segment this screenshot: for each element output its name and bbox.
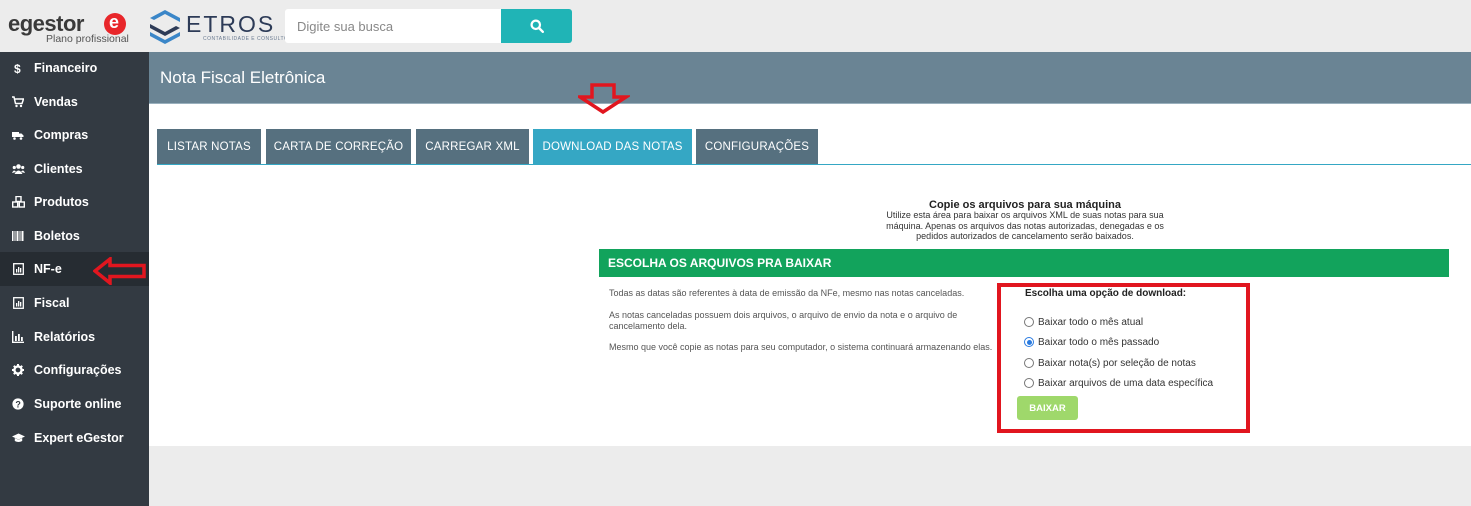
question-icon: ? [0,398,34,410]
sidebar-item-label: Vendas [34,95,78,109]
cart-icon [0,96,34,108]
barcode-icon [0,230,34,242]
radio-button[interactable] [1024,358,1034,368]
sidebar-item-fiscal[interactable]: Fiscal [0,286,149,320]
etros-logo-text: ETROS [186,11,276,37]
etros-logo-mark-icon [150,10,180,44]
info-note: As notas canceladas possuem dois arquivo… [609,310,958,331]
gear-icon [0,364,34,376]
sidebar-item-label: Produtos [34,195,89,209]
radio-label: Baixar nota(s) por seleção de notas [1038,357,1196,369]
invoice-icon [0,263,34,275]
sidebar-item-vendas[interactable]: Vendas [0,85,149,119]
radio-label: Baixar todo o mês atual [1038,316,1144,328]
sidebar-item-label: Compras [34,128,89,142]
sidebar-item-label: Financeiro [34,61,98,75]
radio-label: Baixar todo o mês passado [1038,336,1160,348]
radio-label: Baixar arquivos de uma data específica [1038,377,1214,389]
egestor-logo-mark-icon [104,12,126,35]
graduation-cap-icon [0,432,34,444]
radio-button[interactable] [1024,378,1034,388]
down-arrow-annotation-icon [578,83,630,115]
plan-label: Plano profissional [46,33,129,45]
tab-listar-notas[interactable]: LISTAR NOTAS [157,129,261,165]
egestor-logo[interactable]: egestor Plano profissional [8,9,133,47]
baixar-button[interactable]: BAIXAR [1017,396,1078,420]
info-note: Todas as datas são referentes à data de … [609,288,965,298]
sidebar-item-financeiro[interactable]: $ Financeiro [0,51,149,85]
download-options-title: Escolha uma opção de download: [1025,288,1187,299]
dollar-icon: $ [0,62,34,74]
users-icon [0,163,34,175]
search-icon [530,19,544,33]
info-note: Mesmo que você copie as notas para seu c… [609,342,993,352]
etros-logo-subtitle: CONTABILIDADE E CONSULTORIA [203,36,299,42]
sidebar-item-label: Fiscal [34,296,70,310]
etros-logo: ETROS CONTABILIDADE E CONSULTORIA [148,8,298,46]
search-input[interactable] [285,9,501,43]
truck-icon [0,129,34,141]
tab-underline [157,164,1471,165]
sidebar-item-compras[interactable]: Compras [0,118,149,152]
page-title: Nota Fiscal Eletrônica [160,68,326,87]
radio-button[interactable] [1024,337,1034,347]
cubes-icon [0,196,34,208]
radio-baixar-data-especifica[interactable]: Baixar arquivos de uma data específica [1024,376,1213,390]
svg-text:$: $ [14,62,21,74]
sidebar-item-suporte-online[interactable]: ? Suporte online [0,387,149,421]
sidebar-item-label: Clientes [34,162,83,176]
radio-button[interactable] [1024,317,1034,327]
radio-baixar-selecao-notas[interactable]: Baixar nota(s) por seleção de notas [1024,356,1196,370]
page-footer-area [149,446,1471,506]
sidebar-item-configuracoes[interactable]: Configurações [0,353,149,387]
sidebar-item-label: Configurações [34,363,122,377]
tab-carta-de-correcao[interactable]: CARTA DE CORREÇÃO [266,129,411,165]
sidebar-item-boletos[interactable]: Boletos [0,219,149,253]
sidebar-item-label: Suporte online [34,397,122,411]
top-bar: egestor Plano profissional ETROS CONTABI… [0,0,1471,52]
left-arrow-annotation-icon [93,257,146,285]
tab-configuracoes[interactable]: CONFIGURAÇÕES [696,129,818,165]
download-description: Utilize esta área para baixar os arquivo… [886,210,1164,241]
sidebar-item-relatorios[interactable]: Relatórios [0,320,149,354]
sidebar-item-clientes[interactable]: Clientes [0,152,149,186]
tab-carregar-xml[interactable]: CARREGAR XML [416,129,529,165]
sidebar-item-label: Relatórios [34,330,96,344]
radio-baixar-mes-atual[interactable]: Baixar todo o mês atual [1024,315,1143,329]
sidebar-item-label: Expert eGestor [34,431,124,445]
tab-download-das-notas[interactable]: DOWNLOAD DAS NOTAS [533,129,692,165]
page-header: Nota Fiscal Eletrônica [149,52,1471,103]
svg-text:?: ? [15,399,21,409]
invoice-icon [0,297,34,309]
radio-baixar-mes-passado[interactable]: Baixar todo o mês passado [1024,335,1159,349]
sidebar-item-produtos[interactable]: Produtos [0,185,149,219]
bar-chart-icon [0,331,34,343]
sidebar-item-expert-egestor[interactable]: Expert eGestor [0,421,149,455]
section-header: ESCOLHA OS ARQUIVOS PRA BAIXAR [599,249,1449,277]
search-button[interactable] [501,9,572,43]
sidebar-item-label: NF-e [34,262,62,276]
sidebar-item-label: Boletos [34,229,80,243]
